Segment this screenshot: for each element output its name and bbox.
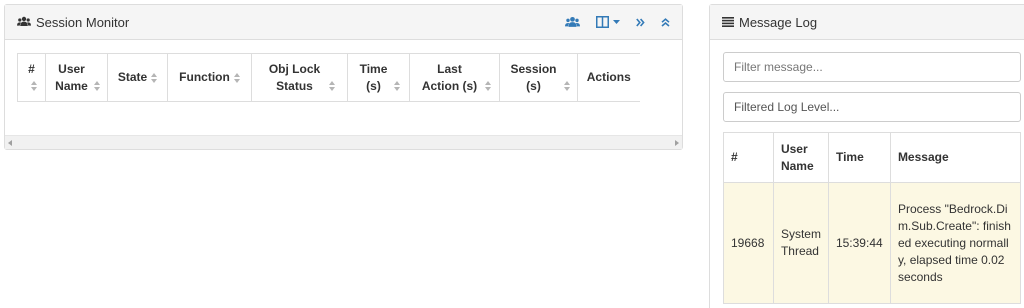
log-col-message: Message [889,132,1022,183]
sort-icon [151,72,158,83]
caret-down-icon [613,20,620,24]
session-monitor-panel: Session Monitor # User Name State Functi… [4,4,683,150]
sort-icon [328,81,335,92]
log-col-time: Time [827,132,891,183]
col-header-session[interactable]: Session (s) [499,53,578,102]
horizontal-scrollbar[interactable] [5,135,682,149]
col-header-user-name[interactable]: User Name [45,53,108,102]
col-header-obj-lock-status[interactable]: Obj Lock Status [251,53,348,102]
sort-icon [30,81,37,92]
message-log-title: Message Log [722,15,817,30]
double-angle-right-icon [636,17,645,27]
col-header-time[interactable]: Time (s) [347,53,410,102]
scroll-right-icon[interactable] [675,139,679,146]
col-header-actions: Actions [577,53,640,102]
session-monitor-tools [565,16,670,28]
log-col-user-name: User Name [772,132,829,183]
log-row[interactable]: 19668 System Thread 15:39:44 Process "Be… [723,182,1022,304]
col-header-function[interactable]: Function [167,53,252,102]
session-monitor-title: Session Monitor [17,15,129,30]
session-table: # User Name State Function Obj Lock Stat… [17,53,640,102]
col-header-number[interactable]: # [17,53,46,102]
message-log-table: # User Name Time Message 19668 System Th… [723,132,1022,304]
message-log-header: Message Log [710,5,1024,40]
col-header-last-action[interactable]: Last Action (s) [409,53,500,102]
list-icon [722,15,734,30]
users-icon [565,16,580,27]
message-log-title-text: Message Log [739,14,818,30]
filter-message-input[interactable] [723,52,1021,82]
log-col-number: # [723,132,774,183]
message-log-panel: Message Log Filtered Log Level... # User… [709,4,1024,308]
message-log-header-row: # User Name Time Message [723,132,1022,183]
columns-icon [596,16,609,28]
sort-icon [233,72,240,83]
log-row-user: System Thread [772,182,829,304]
users-icon [17,15,31,30]
log-level-select-value: Filtered Log Level... [734,100,840,114]
sort-icon [93,81,100,92]
sort-icon [563,81,570,92]
session-monitor-body: # User Name State Function Obj Lock Stat… [5,40,682,102]
col-header-state[interactable]: State [107,53,168,102]
columns-dropdown-button[interactable] [596,16,620,28]
double-angle-up-icon [661,17,670,27]
log-row-time: 15:39:44 [827,182,891,304]
log-level-select[interactable]: Filtered Log Level... [723,92,1021,122]
log-row-id: 19668 [723,182,774,304]
sort-icon [484,81,491,92]
users-button[interactable] [565,16,580,28]
session-monitor-title-text: Session Monitor [36,14,130,30]
session-table-header-row: # User Name State Function Obj Lock Stat… [17,53,640,102]
session-monitor-header: Session Monitor [5,5,682,40]
sort-icon [393,81,400,92]
scroll-left-icon[interactable] [8,139,12,146]
log-row-message: Process "Bedrock.Dim.Sub.Create": finish… [889,182,1022,304]
message-log-body: Filtered Log Level... # User Name Time M… [710,40,1024,304]
expand-right-button[interactable] [636,17,645,27]
collapse-up-button[interactable] [661,17,670,27]
